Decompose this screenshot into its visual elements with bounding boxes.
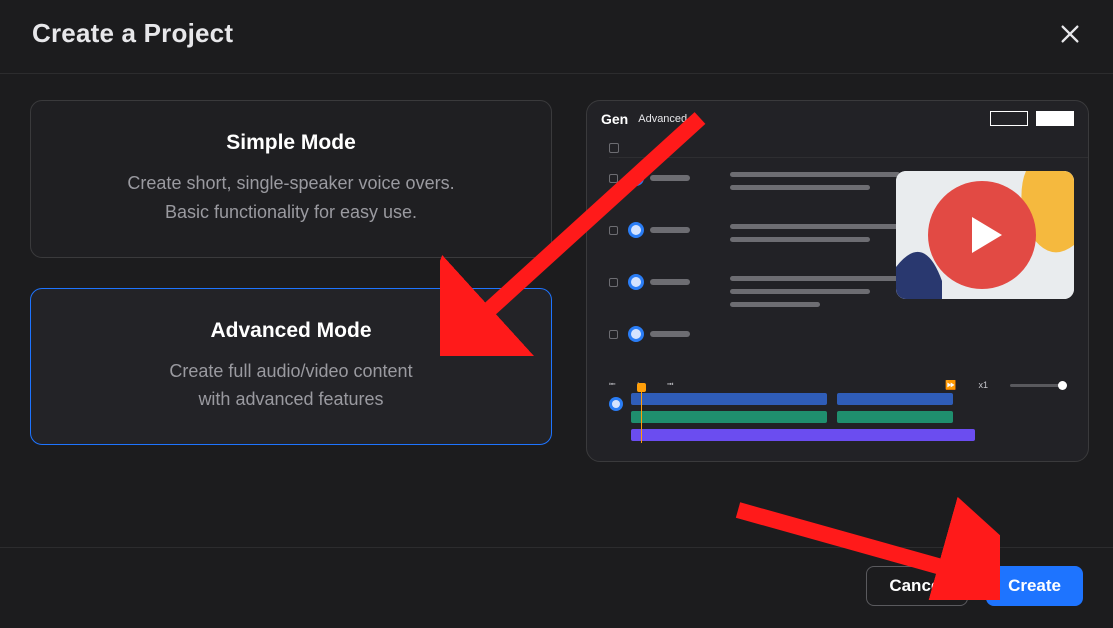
- create-project-modal: Create a Project Simple Mode Create shor…: [0, 0, 1113, 628]
- advanced-mode-preview: Gen Advanced: [586, 100, 1089, 462]
- create-button[interactable]: Create: [986, 566, 1083, 606]
- timeline-clip: [631, 411, 827, 423]
- preview-list-header: [609, 141, 1089, 158]
- checkbox-icon: [609, 143, 619, 153]
- skip-back-icon: ⭰: [609, 377, 616, 393]
- mode-option-advanced[interactable]: Advanced Mode Create full audio/video co…: [30, 288, 552, 446]
- mode-option-simple[interactable]: Simple Mode Create short, single-speaker…: [30, 100, 552, 258]
- placeholder-bar: [650, 227, 690, 233]
- modal-header: Create a Project: [0, 0, 1113, 74]
- preview-brand: Gen: [601, 111, 628, 127]
- checkbox-icon: [609, 226, 618, 235]
- placeholder-bar: [650, 331, 690, 337]
- playback-speed: x1: [978, 380, 988, 390]
- playhead-icon: [641, 389, 642, 443]
- mode-title: Advanced Mode: [73, 319, 509, 343]
- modal-footer: Cancel Create: [0, 547, 1113, 628]
- preview-action-outline: [990, 111, 1028, 126]
- placeholder-bar: [650, 175, 690, 181]
- avatar-icon: [609, 397, 623, 411]
- avatar-icon: [628, 274, 644, 290]
- avatar-icon: [628, 170, 644, 186]
- placeholder-bar: [730, 289, 870, 294]
- close-button[interactable]: [1059, 23, 1081, 45]
- avatar-icon: [628, 222, 644, 238]
- mode-title: Simple Mode: [73, 131, 509, 155]
- close-icon: [1059, 23, 1081, 45]
- mode-description: Create full audio/video content with adv…: [73, 357, 509, 415]
- cancel-button[interactable]: Cancel: [866, 566, 968, 606]
- placeholder-bar: [650, 279, 690, 285]
- preview-mode-label: Advanced: [638, 113, 687, 125]
- preview-video-thumbnail: [896, 171, 1074, 299]
- preview-list-row: [609, 324, 1089, 376]
- placeholder-bar: [730, 185, 870, 190]
- timeline-clip: [631, 429, 975, 441]
- placeholder-bar: [730, 224, 900, 229]
- mode-options: Simple Mode Create short, single-speaker…: [30, 100, 552, 462]
- placeholder-bar: [730, 302, 820, 307]
- placeholder-bar: [730, 276, 900, 281]
- preview-top-actions: [990, 111, 1074, 126]
- skip-forward-icon: ⭲: [667, 377, 674, 393]
- checkbox-icon: [609, 278, 618, 287]
- timeline-clip: [631, 393, 827, 405]
- modal-title: Create a Project: [32, 18, 233, 49]
- video-thumbnail-icon: [896, 171, 1074, 299]
- preview-column: Gen Advanced: [586, 100, 1089, 462]
- timeline-clip: [837, 411, 953, 423]
- modal-body: Simple Mode Create short, single-speaker…: [0, 74, 1113, 468]
- fast-forward-icon: ⏩: [945, 380, 956, 391]
- mode-description: Create short, single-speaker voice overs…: [73, 169, 509, 227]
- avatar-icon: [628, 326, 644, 342]
- checkbox-icon: [609, 330, 618, 339]
- preview-action-filled: [1036, 111, 1074, 126]
- placeholder-bar: [730, 172, 900, 177]
- placeholder-bar: [730, 237, 870, 242]
- checkbox-icon: [609, 174, 618, 183]
- preview-transport-bar: ⭰ ▶ ⭲ ⏩ x1: [609, 377, 1066, 393]
- timeline-clip: [837, 393, 953, 405]
- zoom-slider: [1010, 384, 1066, 387]
